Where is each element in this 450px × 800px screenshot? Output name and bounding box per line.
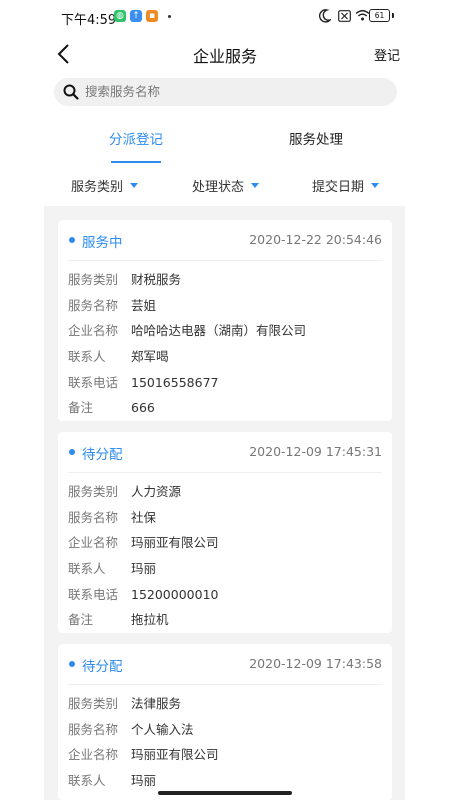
- caret-down-icon: [251, 183, 260, 188]
- upload-icon: ↑: [130, 10, 142, 22]
- field-row: 联系电话 15200000010: [68, 582, 382, 608]
- field-row: 企业名称 玛丽亚有限公司: [68, 530, 382, 556]
- back-button[interactable]: [52, 42, 76, 66]
- filter-bar: 服务类别 处理状态 提交日期: [0, 168, 450, 202]
- field-label: 服务名称: [68, 509, 119, 525]
- service-card[interactable]: 待分配 2020-12-09 17:45:31 服务类别 人力资源 服务名称 社保 …: [58, 432, 392, 633]
- nav-bar: 企业服务 登记: [0, 34, 450, 74]
- card-body: 服务类别 法律服务 服务名称 个人输入法 企业名称 玛丽亚有限公司 联系人 玛丽: [58, 685, 392, 794]
- field-label: 联系电话: [68, 586, 119, 602]
- card-header: 待分配 2020-12-09 17:43:58: [68, 644, 382, 685]
- field-row: 企业名称 玛丽亚有限公司: [68, 742, 382, 768]
- active-tab-indicator: [111, 161, 161, 163]
- status-dot-icon: [69, 237, 75, 243]
- status-badge: 服务中: [82, 235, 123, 251]
- field-value: 法律服务: [131, 696, 182, 711]
- card-header: 服务中 2020-12-22 20:54:46: [68, 220, 382, 261]
- field-row: 联系人 玛丽: [68, 556, 382, 582]
- field-row: 服务名称 社保: [68, 505, 382, 531]
- field-value: 个人输入法: [131, 721, 194, 737]
- field-label: 备注: [68, 400, 94, 416]
- field-row: 服务类别 法律服务: [68, 691, 382, 717]
- field-row: 企业名称 哈哈哈达电器（湖南）有限公司: [68, 318, 382, 344]
- field-label: 服务类别: [68, 696, 119, 711]
- filter-process-status[interactable]: 处理状态: [192, 176, 260, 195]
- field-value: 人力资源: [131, 484, 182, 499]
- battery-icon: 61: [369, 9, 390, 22]
- filter-submit-date[interactable]: 提交日期: [312, 176, 380, 195]
- card-body: 服务类别 人力资源 服务名称 社保 企业名称 玛丽亚有限公司 联系人 玛丽 联系电话 15…: [58, 473, 392, 633]
- home-indicator[interactable]: [158, 791, 292, 795]
- field-row: 联系电话 15016558677: [68, 370, 382, 396]
- service-card[interactable]: 待分配 2020-12-09 17:43:58 服务类别 法律服务 服务名称 个人输…: [58, 644, 392, 800]
- field-label: 企业名称: [68, 323, 119, 339]
- tab-bar: 分派登记 服务处理: [0, 124, 450, 164]
- filter-service-category[interactable]: 服务类别: [71, 176, 139, 195]
- card-body: 服务类别 财税服务 服务名称 芸姐 企业名称 哈哈哈达电器（湖南）有限公司 联系人 郑军…: [58, 261, 392, 421]
- field-row: 服务名称 个人输入法: [68, 717, 382, 743]
- service-card[interactable]: 服务中 2020-12-22 20:54:46 服务类别 财税服务 服务名称 芸姐 …: [58, 220, 392, 421]
- field-label: 联系电话: [68, 374, 119, 390]
- field-label: 服务类别: [68, 484, 119, 499]
- field-label: 备注: [68, 612, 94, 628]
- field-value: 玛丽亚有限公司: [131, 535, 219, 551]
- card-timestamp: 2020-12-09 17:45:31: [249, 444, 382, 459]
- field-label: 联系人: [68, 349, 106, 365]
- search-placeholder: 搜索服务名称: [85, 84, 161, 99]
- filter-label: 处理状态: [192, 180, 245, 195]
- status-badge: 待分配: [82, 447, 123, 463]
- wifi-icon: [355, 10, 370, 21]
- status-bar: 下午4:59 ◍ ↑ ▪ 61: [0, 0, 450, 34]
- more-notifications-icon: [168, 15, 171, 18]
- field-label: 服务名称: [68, 297, 119, 313]
- caret-down-icon: [130, 183, 139, 188]
- app-notification-icon: ▪: [146, 10, 158, 22]
- wechat-icon: ◍: [114, 10, 126, 22]
- filter-label: 提交日期: [312, 180, 365, 195]
- field-value: 财税服务: [131, 272, 182, 287]
- card-timestamp: 2020-12-09 17:43:58: [249, 656, 382, 671]
- field-row: 联系人 玛丽: [68, 768, 382, 794]
- tab-dispatch-register[interactable]: 分派登记: [109, 128, 163, 148]
- field-value: 玛丽亚有限公司: [131, 747, 219, 763]
- field-label: 企业名称: [68, 535, 119, 551]
- caret-down-icon: [371, 183, 380, 188]
- tab-service-processing[interactable]: 服务处理: [289, 128, 343, 148]
- field-value: 玛丽: [131, 773, 157, 789]
- card-header: 待分配 2020-12-09 17:45:31: [68, 432, 382, 473]
- field-label: 企业名称: [68, 747, 119, 763]
- field-row: 联系人 郑军喝: [68, 344, 382, 370]
- field-value: 郑军喝: [131, 349, 169, 365]
- field-row: 服务类别 人力资源: [68, 479, 382, 505]
- search-icon: [63, 84, 79, 100]
- search-input[interactable]: 搜索服务名称: [54, 78, 397, 106]
- field-value: 玛丽: [131, 561, 157, 577]
- status-dot-icon: [69, 661, 75, 667]
- field-value: 社保: [131, 509, 157, 525]
- field-value: 芸姐: [131, 297, 157, 313]
- filter-label: 服务类别: [71, 180, 124, 195]
- field-value: 15016558677: [131, 374, 219, 390]
- moon-icon: [319, 9, 331, 23]
- field-value: 拖拉机: [131, 612, 169, 628]
- field-label: 服务类别: [68, 272, 119, 287]
- field-row: 备注 拖拉机: [68, 607, 382, 633]
- field-label: 联系人: [68, 773, 106, 789]
- card-timestamp: 2020-12-22 20:54:46: [249, 232, 382, 247]
- status-dot-icon: [69, 449, 75, 455]
- field-value: 666: [131, 400, 155, 416]
- field-label: 服务名称: [68, 721, 119, 737]
- field-value: 哈哈哈达电器（湖南）有限公司: [131, 323, 307, 339]
- register-button[interactable]: 登记: [374, 45, 400, 64]
- battery-tip: [392, 13, 394, 18]
- field-label: 联系人: [68, 561, 106, 577]
- status-badge: 待分配: [82, 659, 123, 675]
- field-value: 15200000010: [131, 586, 219, 602]
- field-row: 备注 666: [68, 395, 382, 421]
- status-time: 下午4:59: [61, 13, 117, 28]
- field-row: 服务类别 财税服务: [68, 267, 382, 293]
- field-row: 服务名称 芸姐: [68, 293, 382, 319]
- chevron-left-icon: [57, 44, 69, 64]
- sim-off-icon: [338, 10, 351, 22]
